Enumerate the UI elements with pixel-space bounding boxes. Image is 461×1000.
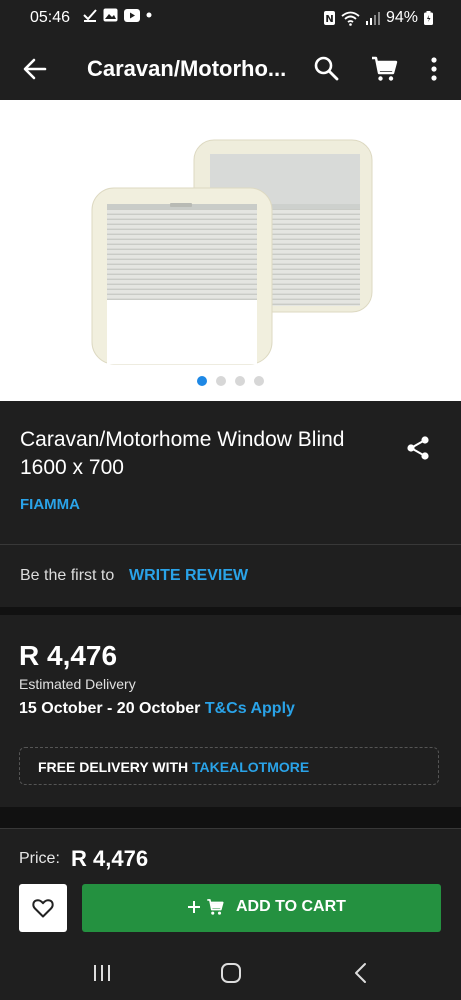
- bottom-action-bar: Price: R 4,476 ADD TO CART: [0, 829, 461, 949]
- price-label: Price:: [19, 850, 60, 867]
- product-info: Caravan/Motorhome Window Blind 1600 x 70…: [0, 401, 461, 544]
- product-price: R 4,476: [19, 640, 118, 671]
- add-to-cart-label: ADD TO CART: [236, 898, 346, 915]
- add-to-cart-content: ADD TO CART: [188, 898, 346, 916]
- svg-text:N: N: [325, 14, 333, 25]
- recent-apps-icon[interactable]: [92, 963, 112, 983]
- product-image: [91, 139, 373, 365]
- cart-icon[interactable]: [370, 55, 398, 83]
- write-review-link[interactable]: WRITE REVIEW: [129, 567, 248, 585]
- more-options-icon[interactable]: [424, 55, 444, 83]
- nfc-icon: N: [323, 11, 335, 25]
- search-icon[interactable]: [313, 55, 339, 81]
- back-arrow-icon[interactable]: [22, 56, 48, 82]
- status-time: 05:46: [30, 9, 71, 26]
- pricing-section: R 4,476 Estimated Delivery 15 October - …: [0, 615, 461, 807]
- product-image-carousel[interactable]: [0, 100, 461, 401]
- brand-link[interactable]: FIAMMA: [20, 496, 80, 513]
- plus-icon: [188, 901, 200, 913]
- tcs-link[interactable]: T&Cs Apply: [205, 700, 295, 717]
- home-icon[interactable]: [220, 962, 242, 984]
- promo-prefix: FREE DELIVERY WITH: [38, 759, 189, 775]
- carousel-dot[interactable]: [197, 376, 207, 386]
- system-icons: N 94%: [323, 9, 433, 27]
- share-icon[interactable]: [405, 435, 431, 461]
- product-title: Caravan/Motorhome Window Blind 1600 x 70…: [20, 428, 345, 479]
- add-to-cart-button[interactable]: ADD TO CART: [82, 884, 441, 932]
- dot-icon: [146, 12, 152, 18]
- app-bar: Caravan/Motorho...: [0, 40, 461, 100]
- cart-icon: [207, 899, 224, 915]
- promo-text: FREE DELIVERY WITH TAKEALOTMORE: [38, 759, 309, 775]
- carousel-dot[interactable]: [254, 376, 264, 386]
- section-gap: [0, 807, 461, 829]
- carousel-dot[interactable]: [216, 376, 226, 386]
- battery-percent: 94%: [385, 9, 418, 26]
- carousel-dot[interactable]: [235, 376, 245, 386]
- heart-icon: [32, 899, 54, 918]
- delivery-dates: 15 October - 20 October T&Cs Apply: [19, 700, 295, 718]
- review-section: Be the first to WRITE REVIEW: [0, 545, 461, 607]
- back-icon[interactable]: [352, 962, 370, 984]
- promo-highlight[interactable]: TAKEALOTMORE: [192, 759, 309, 775]
- review-prompt: Be the first to: [20, 567, 115, 584]
- gallery-icon: [103, 8, 118, 22]
- wishlist-button[interactable]: [19, 884, 67, 932]
- download-done-icon: [83, 9, 97, 22]
- battery-icon: [424, 11, 433, 25]
- youtube-icon: [124, 8, 140, 22]
- notification-icons: [83, 8, 152, 22]
- section-gap: [0, 607, 461, 615]
- status-bar: 05:46 N 94%: [0, 0, 461, 40]
- price-value: R 4,476: [71, 846, 149, 871]
- page-title: Caravan/Motorho...: [87, 56, 287, 81]
- delivery-date-range: 15 October - 20 October: [19, 700, 201, 717]
- signal-icon: [365, 11, 380, 25]
- carousel-indicator: [197, 376, 264, 386]
- free-delivery-banner[interactable]: FREE DELIVERY WITH TAKEALOTMORE: [19, 747, 439, 785]
- estimated-delivery-label: Estimated Delivery: [19, 676, 136, 692]
- system-nav-bar: [0, 949, 461, 1000]
- wifi-icon: [341, 11, 360, 26]
